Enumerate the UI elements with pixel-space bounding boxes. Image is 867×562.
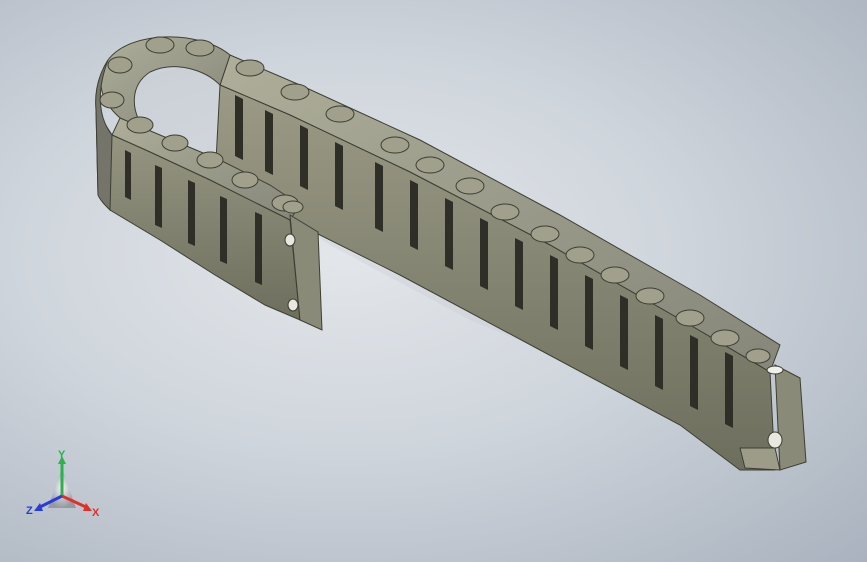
y-axis-label: Y: [58, 449, 66, 461]
z-axis-label: Z: [26, 505, 33, 517]
cable-drag-chain-model[interactable]: [0, 0, 867, 562]
x-axis-label: X: [92, 507, 100, 519]
view-orientation-triad[interactable]: Y Z X: [22, 448, 112, 528]
graphics-viewport[interactable]: Y Z X: [0, 0, 867, 562]
